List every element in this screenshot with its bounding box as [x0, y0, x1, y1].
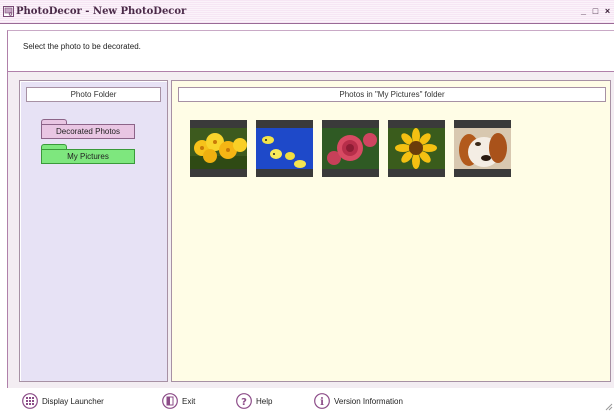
- version-information-button[interactable]: i Version Information: [314, 393, 403, 409]
- launcher-grid-icon: [22, 393, 38, 409]
- minimize-button[interactable]: _: [579, 5, 588, 16]
- display-launcher-button[interactable]: Display Launcher: [22, 393, 104, 409]
- photodecor-app-icon: [3, 6, 14, 17]
- folder-label-my-pictures: My Pictures: [41, 149, 135, 164]
- instruction-text: Select the photo to be decorated.: [23, 42, 141, 51]
- help-label: Help: [256, 396, 273, 406]
- info-icon: i: [314, 393, 330, 409]
- sunflower-photo: [388, 128, 445, 169]
- photo-thumbnail-red-rose[interactable]: [322, 120, 379, 177]
- bottom-toolbar: Display Launcher Exit ? Help i Version I…: [0, 388, 614, 412]
- photo-thumbnail-blue-yellow[interactable]: [256, 120, 313, 177]
- close-button[interactable]: ×: [603, 5, 612, 16]
- version-information-label: Version Information: [334, 396, 403, 406]
- photo-thumbnail-dog[interactable]: [454, 120, 511, 177]
- window-title: PhotoDecor - New PhotoDecor: [16, 6, 187, 17]
- photos-panel-header: Photos in "My Pictures" folder: [178, 87, 606, 102]
- svg-text:i: i: [320, 397, 324, 408]
- photo-thumbnail-yellow-flowers[interactable]: [190, 120, 247, 177]
- help-button[interactable]: ? Help: [236, 393, 272, 409]
- folder-label-decorated-photos: Decorated Photos: [41, 124, 135, 139]
- photos-panel: Photos in "My Pictures" folder: [171, 80, 611, 382]
- photo-thumbnail-sunflower[interactable]: [388, 120, 445, 177]
- maximize-button[interactable]: □: [591, 5, 600, 16]
- display-launcher-label: Display Launcher: [42, 396, 104, 406]
- exit-label: Exit: [182, 396, 196, 406]
- blue-yellow-photo: [256, 128, 313, 169]
- photo-folder-header: Photo Folder: [26, 87, 161, 102]
- instruction-panel: Select the photo to be decorated.: [7, 30, 614, 72]
- exit-door-icon: [162, 393, 178, 409]
- svg-text:?: ?: [241, 397, 247, 408]
- red-rose-photo: [322, 128, 379, 169]
- resize-grip-icon[interactable]: [605, 403, 613, 411]
- exit-button[interactable]: Exit: [162, 393, 195, 409]
- title-bar[interactable]: PhotoDecor - New PhotoDecor _ □ ×: [0, 0, 614, 24]
- dog-photo: [454, 128, 511, 169]
- help-question-icon: ?: [236, 393, 252, 409]
- yellow-flowers-photo: [190, 128, 247, 169]
